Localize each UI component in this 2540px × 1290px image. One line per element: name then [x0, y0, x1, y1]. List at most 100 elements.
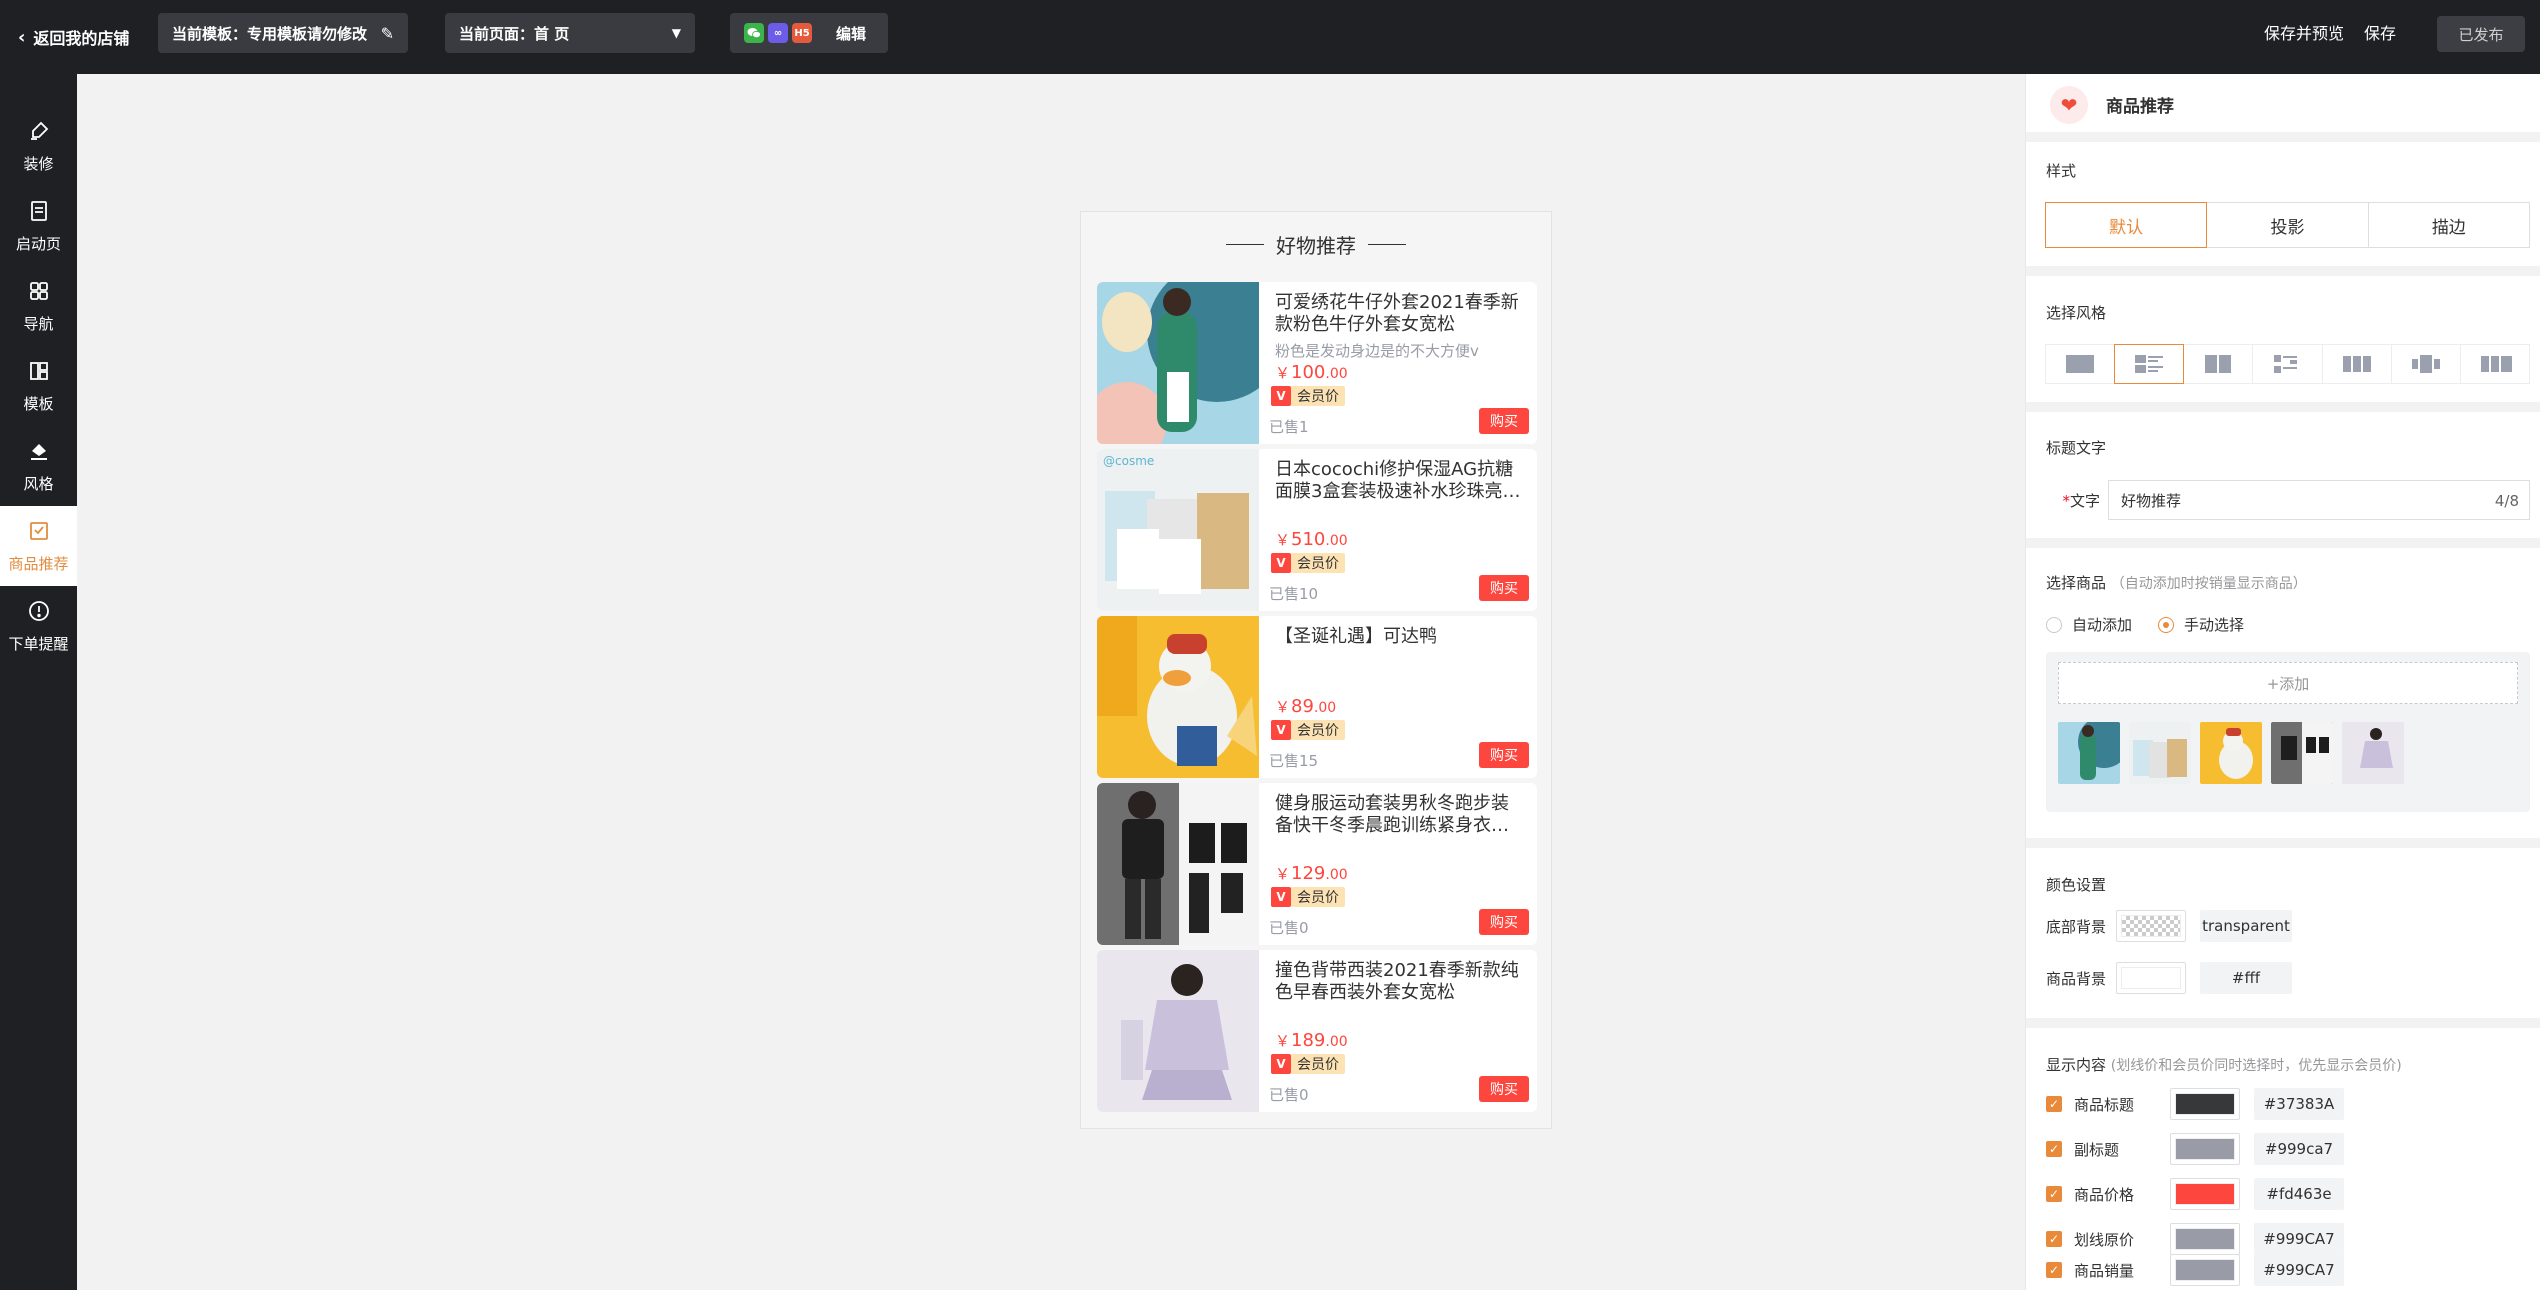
buy-button[interactable]: 购买: [1479, 742, 1529, 768]
sales-color-picker[interactable]: [2170, 1254, 2240, 1286]
goods-bg-color-value[interactable]: #fff: [2200, 962, 2292, 994]
current-template-box[interactable]: 当前模板：专用模板请勿修改 ✎: [158, 13, 408, 53]
layout-big-icon[interactable]: [2045, 344, 2116, 384]
currency: ￥: [1275, 698, 1291, 716]
product-card[interactable]: 可爱绣花牛仔外套2021春季新款粉色牛仔外套女宽松 粉色是发动身边是的不大方便v…: [1097, 282, 1537, 444]
sidebar-item-launch[interactable]: 启动页: [0, 186, 77, 266]
vip-badge: V 会员价: [1271, 720, 1345, 740]
radio-auto[interactable]: 自动添加: [2046, 614, 2132, 635]
save-button[interactable]: 保存: [2364, 20, 2396, 44]
goods-thumb[interactable]: [2129, 722, 2191, 784]
price-dec: .00: [1313, 700, 1337, 716]
bg-color-picker[interactable]: [2116, 910, 2186, 942]
sidebar-item-decorate[interactable]: 装修: [0, 106, 77, 186]
buy-button[interactable]: 购买: [1479, 408, 1529, 434]
divider: [2026, 838, 2540, 848]
original-price-color-picker[interactable]: [2170, 1223, 2240, 1255]
color-section-label: 颜色设置: [2046, 876, 2107, 894]
display-hint: (划线价和会员价同时选择时，优先显示会员价): [2110, 1058, 2402, 1074]
vip-icon: V: [1271, 720, 1291, 740]
title-line-right: [1368, 244, 1406, 245]
layout-list-icon[interactable]: [2114, 344, 2185, 384]
goods-bg-label: 商品背景: [2046, 969, 2107, 988]
phone-preview[interactable]: 好物推荐 可爱绣花牛仔外套2021春季新款粉色牛仔外套女宽松 粉色是发动身边是的…: [1080, 211, 1552, 1129]
panel-title: 商品推荐: [2106, 97, 2174, 117]
selected-goods-box: +添加: [2046, 652, 2530, 812]
display-item-label: 商品价格: [2074, 1185, 2135, 1204]
svg-text:@cosme: @cosme: [1103, 454, 1154, 468]
buy-button[interactable]: 购买: [1479, 909, 1529, 935]
style-option-border[interactable]: 描边: [2367, 202, 2530, 248]
product-title: 日本cocochi修护保湿AG抗糖面膜3盒套装极速补水珍珠亮白…: [1275, 459, 1514, 502]
price-int: 89: [1291, 696, 1314, 717]
layout-three-col-icon[interactable]: [2321, 344, 2392, 384]
sidebar-item-label: 商品推荐: [8, 554, 69, 573]
bg-color-value[interactable]: transparent: [2200, 910, 2292, 942]
alert-icon: [27, 599, 51, 629]
currency: ￥: [1275, 531, 1291, 549]
product-card[interactable]: 健身服运动套装男秋冬跑步装备快干冬季晨跑训练紧身衣冬… ￥129.00 V会员价…: [1097, 783, 1537, 945]
title-color-picker[interactable]: [2170, 1088, 2240, 1120]
vip-label: 会员价: [1291, 553, 1345, 573]
style-option-shadow[interactable]: 投影: [2206, 202, 2369, 248]
subtitle-color-picker[interactable]: [2170, 1133, 2240, 1165]
display-row-sales: ✓ 商品销量 #999CA7: [2046, 1254, 2344, 1286]
buy-button[interactable]: 购买: [1479, 575, 1529, 601]
current-page-select[interactable]: 当前页面：首 页 ▼: [445, 13, 695, 53]
radio-manual[interactable]: 手动选择: [2158, 614, 2244, 635]
editor-canvas: 好物推荐 可爱绣花牛仔外套2021春季新款粉色牛仔外套女宽松 粉色是发动身边是的…: [77, 74, 2025, 1290]
product-card[interactable]: @cosme 日本cocochi修护保湿AG抗糖面膜3盒套装极速补水珍珠亮白… …: [1097, 449, 1537, 611]
title-field-label: *文字: [2046, 490, 2108, 511]
layout-two-col-icon[interactable]: [2183, 344, 2254, 384]
goods-thumb[interactable]: [2058, 722, 2120, 784]
original-price-color-swatch: [2175, 1228, 2235, 1250]
checkbox-checked[interactable]: ✓: [2046, 1096, 2062, 1112]
page-label: 当前页面：首 页: [459, 24, 570, 43]
title-color-value[interactable]: #37383A: [2254, 1088, 2344, 1120]
style-option-default[interactable]: 默认: [2045, 202, 2208, 248]
price-color-picker[interactable]: [2170, 1178, 2240, 1210]
product-card[interactable]: 撞色背带西装2021春季新款纯色早春西装外套女宽松 ￥189.00 V 会员价 已…: [1097, 950, 1537, 1112]
goods-thumb[interactable]: [2342, 722, 2404, 784]
display-item-label: 商品销量: [2074, 1261, 2135, 1280]
save-preview-button[interactable]: 保存并预览: [2264, 20, 2344, 44]
heart-icon: ❤: [2050, 86, 2088, 124]
goods-thumb[interactable]: [2271, 722, 2333, 784]
product-card[interactable]: 【圣诞礼遇】可达鸭 ￥89.00 V 会员价 已售15 购买: [1097, 616, 1537, 778]
sidebar-item-recommend[interactable]: 商品推荐: [0, 506, 77, 586]
layout-scroll-icon[interactable]: [2459, 344, 2530, 384]
radio-dot-checked: [2158, 616, 2175, 633]
vip-badge: V 会员价: [1271, 386, 1345, 406]
title-input-box[interactable]: 4/8: [2108, 480, 2530, 520]
price-int: 100: [1291, 362, 1326, 383]
grid-icon: [27, 279, 51, 309]
sidebar-item-template[interactable]: 模板: [0, 346, 77, 426]
goods-thumb[interactable]: [2200, 722, 2262, 784]
title-text-row: *文字 4/8: [2046, 480, 2530, 520]
title-input[interactable]: [2121, 491, 2421, 509]
buy-button[interactable]: 购买: [1479, 1076, 1529, 1102]
original-price-color-value[interactable]: #999CA7: [2254, 1223, 2344, 1255]
price-color-swatch: [2175, 1183, 2235, 1205]
product-price: ￥89.00: [1275, 696, 1336, 717]
add-goods-button[interactable]: +添加: [2058, 662, 2518, 704]
price-color-value[interactable]: #fd463e: [2254, 1178, 2344, 1210]
sidebar-item-style[interactable]: 风格: [0, 426, 77, 506]
product-price: ￥129.00: [1275, 863, 1348, 884]
channel-box[interactable]: ∞ H5 编辑: [730, 13, 888, 53]
goods-bg-color-picker[interactable]: [2116, 962, 2186, 994]
layout-grid-icon[interactable]: [2252, 344, 2323, 384]
sales-color-value[interactable]: #999CA7: [2254, 1254, 2344, 1286]
back-to-store-link[interactable]: ‹ 返回我的店铺: [18, 20, 129, 54]
sidebar-item-order-alert[interactable]: 下单提醒: [0, 586, 77, 666]
checkbox-checked[interactable]: ✓: [2046, 1231, 2062, 1247]
subtitle-color-value[interactable]: #999ca7: [2254, 1133, 2344, 1165]
checkbox-checked[interactable]: ✓: [2046, 1186, 2062, 1202]
layout-carousel-icon[interactable]: [2390, 344, 2461, 384]
checkbox-checked[interactable]: ✓: [2046, 1262, 2062, 1278]
published-button[interactable]: 已发布: [2437, 16, 2525, 52]
pencil-icon[interactable]: ✎: [381, 24, 394, 43]
display-section: 显示内容 (划线价和会员价同时选择时，优先显示会员价): [2046, 1054, 2402, 1075]
sidebar-item-nav[interactable]: 导航: [0, 266, 77, 346]
checkbox-checked[interactable]: ✓: [2046, 1141, 2062, 1157]
